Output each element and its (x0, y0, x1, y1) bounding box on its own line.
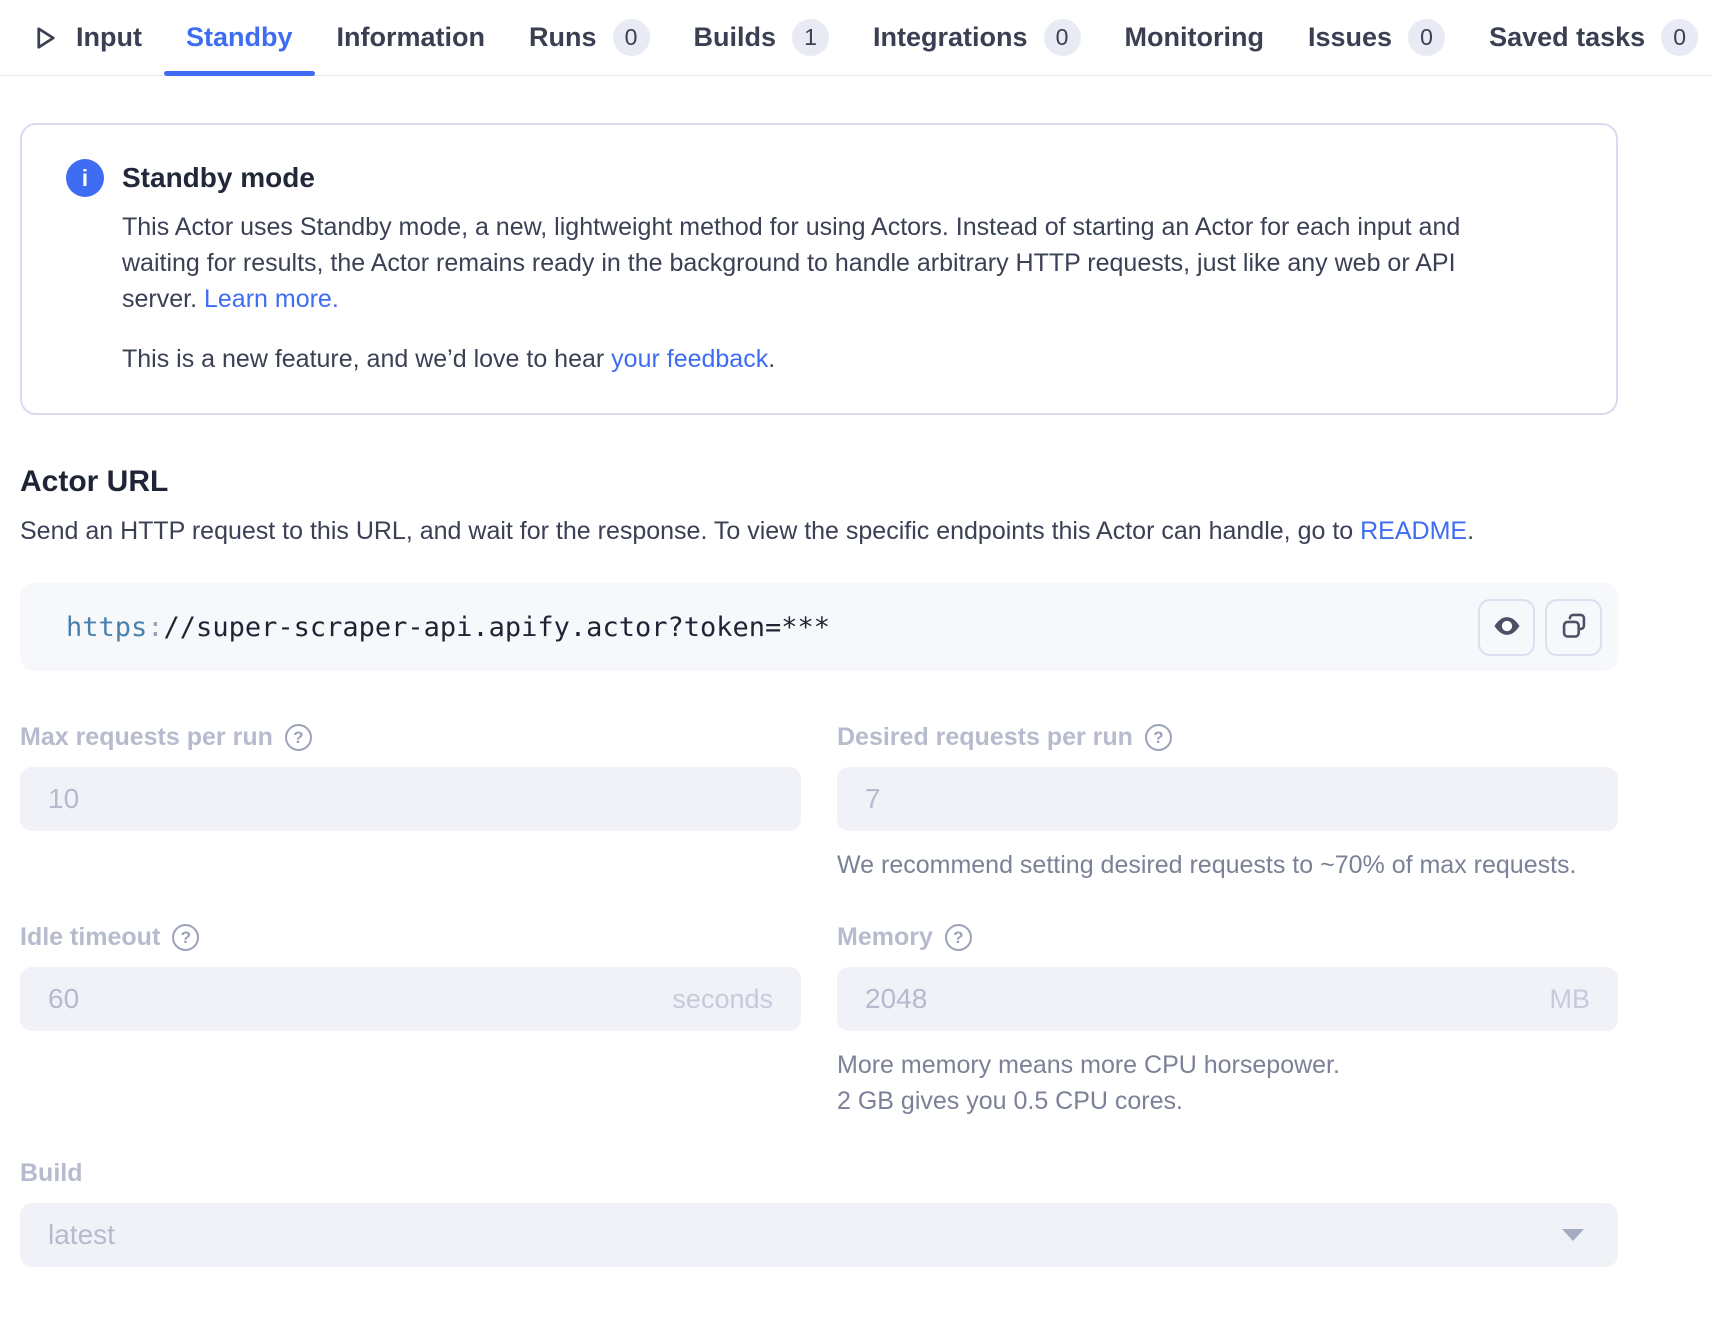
build-label: Build (20, 1159, 83, 1188)
tab-label: Integrations (873, 22, 1028, 53)
tab-count-badge: 0 (1044, 19, 1081, 56)
readme-link[interactable]: README (1360, 517, 1467, 545)
tab-integrations[interactable]: Integrations 0 (851, 0, 1103, 75)
memory-label-row: Memory ? (837, 923, 1618, 952)
notice-feedback-line: This is a new feature, and we’d love to … (122, 341, 1492, 377)
field-memory: Memory ? 2048 MB More memory means more … (837, 923, 1618, 1119)
copy-url-button[interactable] (1545, 599, 1602, 656)
standby-settings-form: Max requests per run ? 10 Desired reques… (20, 723, 1618, 1267)
feedback-suffix: . (768, 345, 775, 373)
tab-count-badge: 0 (613, 19, 650, 56)
chevron-down-icon (1562, 1229, 1584, 1241)
actor-tab-bar: Input Standby Information Runs 0 Builds … (0, 0, 1712, 76)
tab-label: Information (337, 22, 486, 53)
actor-url-description-text: Send an HTTP request to this URL, and wa… (20, 517, 1360, 545)
idle-timeout-input[interactable]: 60 seconds (20, 967, 801, 1031)
tab-monitoring[interactable]: Monitoring (1103, 0, 1286, 75)
desired-requests-value: 7 (865, 783, 881, 815)
memory-helper-line2: 2 GB gives you 0.5 CPU cores. (837, 1083, 1618, 1119)
tab-runs[interactable]: Runs 0 (507, 0, 672, 75)
copy-icon (1560, 612, 1588, 643)
info-icon: i (66, 159, 104, 197)
tab-label: Standby (186, 22, 293, 53)
feedback-prefix: This is a new feature, and we’d love to … (122, 345, 611, 373)
tab-saved-tasks[interactable]: Saved tasks 0 (1467, 0, 1712, 75)
url-scheme: https (66, 612, 147, 643)
build-label-row: Build (20, 1159, 1618, 1188)
memory-helper: More memory means more CPU horsepower. 2… (837, 1047, 1618, 1119)
feedback-link[interactable]: your feedback (611, 345, 768, 373)
actor-url-box: https://super-scraper-api.apify.actor?to… (20, 583, 1618, 671)
tab-count-badge: 0 (1661, 19, 1698, 56)
desired-requests-helper: We recommend setting desired requests to… (837, 847, 1618, 883)
tab-count-badge: 0 (1408, 19, 1445, 56)
help-icon[interactable]: ? (172, 924, 199, 951)
desired-requests-input[interactable]: 7 (837, 767, 1618, 831)
field-idle-timeout: Idle timeout ? 60 seconds (20, 923, 801, 1119)
desired-requests-label: Desired requests per run (837, 723, 1133, 752)
max-requests-input[interactable]: 10 (20, 767, 801, 831)
help-icon[interactable]: ? (1145, 724, 1172, 751)
tab-label: Builds (694, 22, 777, 53)
help-icon[interactable]: ? (285, 724, 312, 751)
tab-label: Saved tasks (1489, 22, 1645, 53)
build-select[interactable]: latest (20, 1203, 1618, 1267)
build-value: latest (48, 1219, 115, 1251)
idle-timeout-value: 60 (48, 983, 79, 1015)
idle-timeout-unit: seconds (672, 984, 773, 1015)
desired-requests-label-row: Desired requests per run ? (837, 723, 1618, 752)
memory-helper-line1: More memory means more CPU horsepower. (837, 1047, 1618, 1083)
tab-information[interactable]: Information (315, 0, 508, 75)
memory-unit: MB (1550, 984, 1591, 1015)
help-icon[interactable]: ? (945, 924, 972, 951)
field-desired-requests: Desired requests per run ? 7 We recommen… (837, 723, 1618, 883)
idle-timeout-label-row: Idle timeout ? (20, 923, 801, 952)
memory-label: Memory (837, 923, 933, 952)
tab-standby[interactable]: Standby (164, 0, 315, 75)
memory-value: 2048 (865, 983, 927, 1015)
field-max-requests: Max requests per run ? 10 (20, 723, 801, 883)
url-rest: //super-scraper-api.apify.actor?token=**… (164, 612, 830, 643)
max-requests-label: Max requests per run (20, 723, 273, 752)
play-icon (30, 23, 60, 53)
notice-title: Standby mode (122, 162, 315, 194)
tab-label: Input (76, 22, 142, 53)
max-requests-label-row: Max requests per run ? (20, 723, 801, 752)
tab-issues[interactable]: Issues 0 (1286, 0, 1467, 75)
learn-more-link[interactable]: Learn more. (204, 285, 339, 313)
tab-label: Runs (529, 22, 597, 53)
reveal-token-button[interactable] (1478, 599, 1535, 656)
url-separator: : (147, 612, 163, 643)
eye-icon (1492, 611, 1522, 644)
max-requests-value: 10 (48, 783, 79, 815)
tab-label: Monitoring (1125, 22, 1264, 53)
actor-url-value: https://super-scraper-api.apify.actor?to… (66, 612, 830, 643)
tab-label: Issues (1308, 22, 1392, 53)
memory-input[interactable]: 2048 MB (837, 967, 1618, 1031)
actor-url-description: Send an HTTP request to this URL, and wa… (20, 513, 1480, 549)
notice-body: This Actor uses Standby mode, a new, lig… (122, 209, 1492, 317)
tab-builds[interactable]: Builds 1 (672, 0, 852, 75)
readme-suffix: . (1467, 517, 1474, 545)
tab-input[interactable]: Input (30, 0, 164, 75)
standby-mode-notice: i Standby mode This Actor uses Standby m… (20, 123, 1618, 415)
field-build: Build latest (20, 1159, 1618, 1267)
actor-url-title: Actor URL (20, 465, 1712, 499)
idle-timeout-label: Idle timeout (20, 923, 160, 952)
tab-count-badge: 1 (792, 19, 829, 56)
